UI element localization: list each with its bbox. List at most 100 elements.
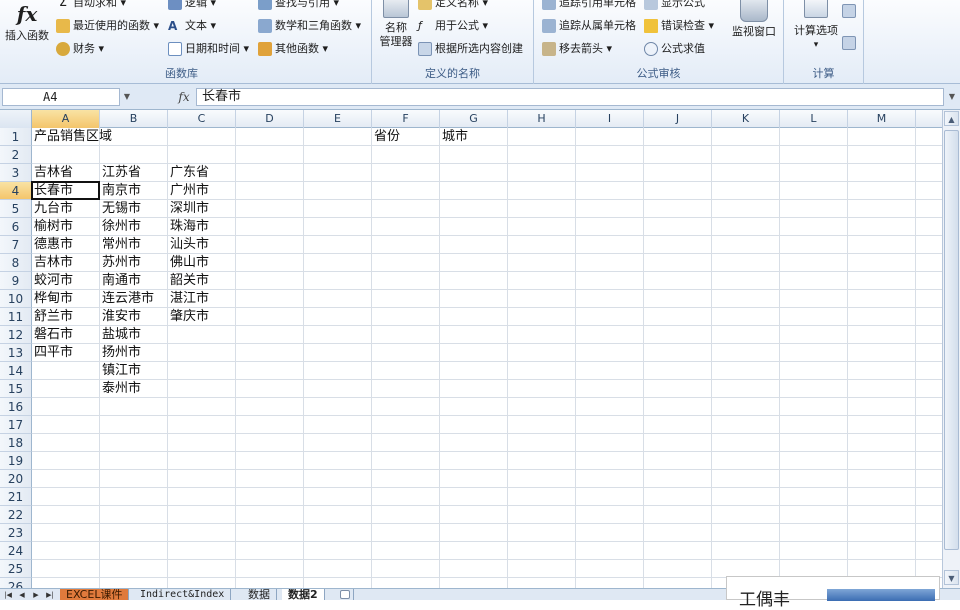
row-header-6[interactable]: 6 bbox=[0, 218, 32, 236]
row-header-3[interactable]: 3 bbox=[0, 164, 32, 182]
row-header-13[interactable]: 13 bbox=[0, 344, 32, 362]
row-header-14[interactable]: 14 bbox=[0, 362, 32, 380]
cell-B12[interactable]: 盐城市 bbox=[100, 326, 141, 344]
cell-C10[interactable]: 湛江市 bbox=[168, 290, 209, 308]
row-header-20[interactable]: 20 bbox=[0, 470, 32, 488]
row-header-22[interactable]: 22 bbox=[0, 506, 32, 524]
row-header-21[interactable]: 21 bbox=[0, 488, 32, 506]
scroll-up-arrow-icon[interactable]: ▲ bbox=[944, 111, 959, 126]
sheet-tab-excel-course[interactable]: EXCEL课件 bbox=[60, 589, 130, 600]
cell-A5[interactable]: 九台市 bbox=[32, 200, 73, 218]
row-header-8[interactable]: 8 bbox=[0, 254, 32, 272]
column-header-L[interactable]: L bbox=[780, 110, 848, 128]
row-header-11[interactable]: 11 bbox=[0, 308, 32, 326]
expand-formula-bar-icon[interactable]: ▼ bbox=[946, 88, 958, 106]
name-manager-button[interactable]: 名称 管理器 bbox=[376, 0, 416, 49]
cell-B8[interactable]: 苏州市 bbox=[100, 254, 141, 272]
cell-B13[interactable]: 扬州市 bbox=[100, 344, 141, 362]
cell-C9[interactable]: 韶关市 bbox=[168, 272, 209, 290]
row-header-18[interactable]: 18 bbox=[0, 434, 32, 452]
cell-A8[interactable]: 吉林市 bbox=[32, 254, 73, 272]
vertical-scrollbar[interactable]: ▲ ▼ bbox=[942, 110, 960, 588]
row-header-16[interactable]: 16 bbox=[0, 398, 32, 416]
more-functions-button[interactable]: 其他函数 ▾ bbox=[258, 40, 328, 58]
cell-B7[interactable]: 常州市 bbox=[100, 236, 141, 254]
cell-A1[interactable]: 产品销售区域 bbox=[32, 128, 112, 146]
cell-B9[interactable]: 南通市 bbox=[100, 272, 141, 290]
insert-function-fx-button[interactable]: fx bbox=[172, 88, 196, 106]
autosum-button[interactable]: Σ 自动求和 ▾ bbox=[56, 0, 126, 12]
row-header-1[interactable]: 1 bbox=[0, 128, 32, 146]
row-header-26[interactable]: 26 bbox=[0, 578, 32, 588]
column-header-B[interactable]: B bbox=[100, 110, 168, 128]
sheet-tab-indirect-index[interactable]: Indirect&Index bbox=[134, 589, 232, 600]
name-box[interactable]: A4 bbox=[2, 88, 120, 106]
trace-precedents-button[interactable]: 追踪引用单元格 bbox=[542, 0, 636, 12]
row-header-15[interactable]: 15 bbox=[0, 380, 32, 398]
column-header-K[interactable]: K bbox=[712, 110, 780, 128]
calc-options-button[interactable]: 计算选项 ▾ bbox=[788, 0, 844, 52]
use-in-formula-button[interactable]: ƒ 用于公式 ▾ bbox=[418, 17, 488, 35]
row-header-12[interactable]: 12 bbox=[0, 326, 32, 344]
first-sheet-icon[interactable]: |◀ bbox=[2, 589, 14, 600]
cell-B10[interactable]: 连云港市 bbox=[100, 290, 154, 308]
column-header-I[interactable]: I bbox=[576, 110, 644, 128]
name-box-dropdown-icon[interactable]: ▼ bbox=[120, 88, 134, 106]
create-from-selection-button[interactable]: 根据所选内容创建 bbox=[418, 40, 523, 58]
column-header-A[interactable]: A bbox=[32, 110, 100, 128]
cell-B3[interactable]: 江苏省 bbox=[100, 164, 141, 182]
cell-F1[interactable]: 省份 bbox=[372, 128, 400, 146]
cell-C8[interactable]: 佛山市 bbox=[168, 254, 209, 272]
evaluate-formula-button[interactable]: 公式求值 bbox=[644, 40, 705, 58]
column-header-C[interactable]: C bbox=[168, 110, 236, 128]
cell-A7[interactable]: 德惠市 bbox=[32, 236, 73, 254]
row-header-17[interactable]: 17 bbox=[0, 416, 32, 434]
row-header-10[interactable]: 10 bbox=[0, 290, 32, 308]
cell-B15[interactable]: 泰州市 bbox=[100, 380, 141, 398]
prev-sheet-icon[interactable]: ◀ bbox=[16, 589, 28, 600]
insert-sheet-icon[interactable] bbox=[334, 589, 354, 600]
row-header-5[interactable]: 5 bbox=[0, 200, 32, 218]
column-header-G[interactable]: G bbox=[440, 110, 508, 128]
recent-functions-button[interactable]: 最近使用的函数 ▾ bbox=[56, 17, 159, 35]
row-header-19[interactable]: 19 bbox=[0, 452, 32, 470]
row-header-24[interactable]: 24 bbox=[0, 542, 32, 560]
scroll-down-arrow-icon[interactable]: ▼ bbox=[944, 570, 959, 585]
last-sheet-icon[interactable]: ▶| bbox=[44, 589, 56, 600]
cell-C6[interactable]: 珠海市 bbox=[168, 218, 209, 236]
calculate-sheet-icon[interactable] bbox=[842, 36, 856, 50]
sheet-tab-data[interactable]: 数据 bbox=[242, 589, 277, 600]
cell-B11[interactable]: 淮安市 bbox=[100, 308, 141, 326]
worksheet-grid[interactable]: ABCDEFGHIJKLM 1 2 3 4 5 6 7 8 9 10 11 12 13 14 15 16 17 1… bbox=[0, 110, 942, 588]
show-formulas-button[interactable]: 显示公式 bbox=[644, 0, 705, 12]
row-header-9[interactable]: 9 bbox=[0, 272, 32, 290]
watch-window-button[interactable]: 监视窗口 bbox=[728, 0, 780, 39]
row-header-23[interactable]: 23 bbox=[0, 524, 32, 542]
cell-B6[interactable]: 徐州市 bbox=[100, 218, 141, 236]
column-header-F[interactable]: F bbox=[372, 110, 440, 128]
cell-G1[interactable]: 城市 bbox=[440, 128, 468, 146]
math-button[interactable]: 数学和三角函数 ▾ bbox=[258, 17, 361, 35]
logical-button[interactable]: 逻辑 ▾ bbox=[168, 0, 216, 12]
column-header-M[interactable]: M bbox=[848, 110, 916, 128]
row-header-4[interactable]: 4 bbox=[0, 182, 32, 200]
cell-A9[interactable]: 蛟河市 bbox=[32, 272, 73, 290]
row-header-2[interactable]: 2 bbox=[0, 146, 32, 164]
cell-A13[interactable]: 四平市 bbox=[32, 344, 73, 362]
sheet-tab-data2[interactable]: 数据2 bbox=[282, 589, 325, 600]
cell-B14[interactable]: 镇江市 bbox=[100, 362, 141, 380]
row-header-25[interactable]: 25 bbox=[0, 560, 32, 578]
formula-input[interactable]: 长春市 bbox=[196, 88, 944, 106]
cell-B5[interactable]: 无锡市 bbox=[100, 200, 141, 218]
cell-C5[interactable]: 深圳市 bbox=[168, 200, 209, 218]
cell-C3[interactable]: 广东省 bbox=[168, 164, 209, 182]
insert-function-button[interactable]: fx 插入函数 bbox=[2, 2, 52, 43]
cell-A11[interactable]: 舒兰市 bbox=[32, 308, 73, 326]
define-name-button[interactable]: 定义名称 ▾ bbox=[418, 0, 488, 12]
cell-C11[interactable]: 肇庆市 bbox=[168, 308, 209, 326]
trace-dependents-button[interactable]: 追踪从属单元格 bbox=[542, 17, 636, 35]
financial-button[interactable]: 财务 ▾ bbox=[56, 40, 104, 58]
error-check-button[interactable]: 错误检查 ▾ bbox=[644, 17, 714, 35]
column-header-D[interactable]: D bbox=[236, 110, 304, 128]
cell-A4[interactable]: 长春市 bbox=[32, 182, 73, 200]
